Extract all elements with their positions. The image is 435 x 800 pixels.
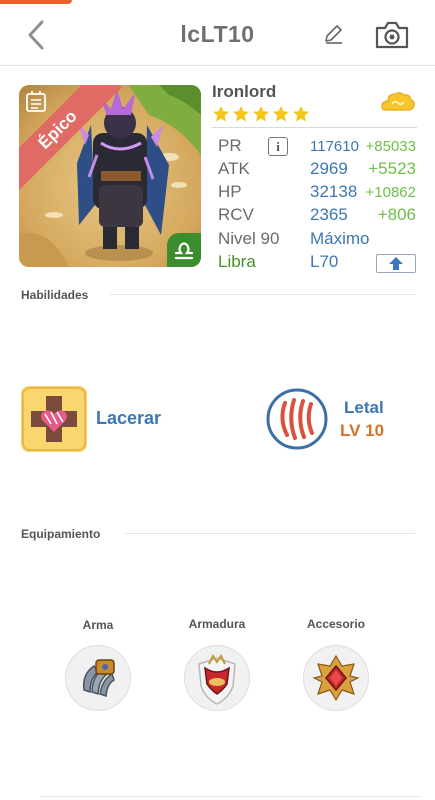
stat-bonus-atk: +5523 [368, 159, 416, 178]
info-icon[interactable]: i [268, 137, 288, 156]
hero-portrait[interactable]: Épico [19, 85, 201, 267]
star-icon [272, 105, 290, 122]
stat-value-rcv: 2365 [310, 205, 348, 224]
skill-name-lacerar: Lacerar [96, 408, 162, 428]
divider [212, 127, 417, 128]
header-bar: lcLT10 [0, 0, 435, 66]
stat-label-rcv: RCV [218, 205, 254, 224]
section-title-equipment: Equipamiento [21, 527, 101, 541]
page-title: lcLT10 [180, 21, 255, 47]
claw-marks-icon[interactable] [265, 387, 329, 451]
star-icon [252, 105, 270, 122]
equip-slot-accesorio[interactable] [303, 645, 369, 711]
divider [40, 796, 420, 797]
libra-zodiac-icon [167, 233, 201, 267]
star-icon [212, 105, 230, 122]
zodiac-name: Libra [218, 252, 256, 271]
star-icon [232, 105, 250, 122]
heart-cross-icon[interactable] [21, 386, 87, 452]
equip-slot-armadura[interactable] [184, 645, 250, 711]
skill-name-letal: Letal [344, 398, 384, 417]
hero-name: Ironlord [212, 82, 277, 101]
level-value: Máximo [310, 229, 370, 248]
stat-label-pr: PR [218, 136, 242, 155]
red-gem-icon [312, 654, 360, 702]
stat-value-hp: 32138 [310, 182, 358, 201]
section-title-skills: Habilidades [21, 288, 89, 302]
claw-weapon-icon [82, 659, 115, 698]
stat-label-hp: HP [218, 182, 242, 201]
equip-label-accesorio: Accesorio [306, 617, 366, 631]
stat-row-atk: ATK 2969 +5523 [218, 159, 418, 181]
cloud-icon[interactable] [380, 88, 416, 116]
stat-row-zodiac: Libra L70 [218, 252, 418, 274]
camera-icon[interactable] [374, 20, 410, 50]
arrow-up-icon [389, 257, 403, 270]
level-label: Nivel 90 [218, 229, 280, 248]
skill-level-letal: LV 10 [340, 421, 385, 440]
stat-row-level: Nivel 90 Máximo [218, 229, 418, 251]
stat-value-pr: 117610 [310, 138, 359, 155]
equip-slot-arma[interactable] [65, 645, 131, 711]
upgrade-button[interactable] [376, 254, 416, 273]
equip-label-armadura: Armadura [188, 617, 246, 631]
divider [125, 533, 415, 534]
armor-shield-icon [198, 654, 236, 705]
stat-bonus-pr: +85033 [365, 138, 416, 155]
stat-row-rcv: RCV 2365 +806 [218, 205, 418, 227]
star-icon [292, 105, 310, 122]
stat-row-pr: PR i 117610 +85033 [218, 136, 418, 158]
divider [110, 294, 415, 295]
stat-bonus-rcv: +806 [377, 205, 416, 224]
card-list-icon [26, 91, 46, 112]
stat-bonus-hp: +10862 [365, 184, 416, 201]
star-rating [212, 105, 310, 125]
equip-label-arma: Arma [82, 618, 114, 632]
stat-value-atk: 2969 [310, 159, 348, 178]
pencil-icon[interactable] [322, 22, 346, 46]
stat-label-atk: ATK [218, 159, 250, 178]
stat-row-hp: HP 32138 +10862 [218, 182, 418, 204]
zodiac-level: L70 [310, 252, 339, 271]
